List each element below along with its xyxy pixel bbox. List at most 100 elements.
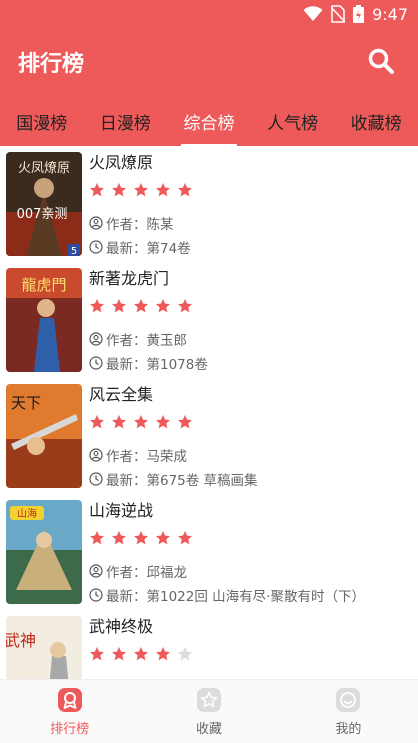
comic-latest: 最新： 第675卷 草稿画集	[89, 470, 410, 489]
wifi-icon	[303, 6, 323, 21]
comic-cover: 天下	[6, 384, 82, 488]
search-button[interactable]	[366, 46, 396, 76]
ranking-icon	[57, 688, 82, 712]
rating-star-icon	[134, 415, 148, 429]
latest-label: 最新：	[106, 241, 147, 257]
author-name: 黄玉郎	[146, 333, 188, 349]
comic-cover: 火凤燎原 007亲测 5	[6, 152, 82, 256]
rating-star-icon	[90, 299, 104, 313]
clock-icon	[89, 588, 103, 602]
comic-title: 武神终极	[89, 617, 154, 636]
rating-star-icon	[90, 415, 104, 429]
rating-star-icon	[156, 531, 170, 545]
rating-star-icon	[134, 183, 148, 197]
rating-stars	[89, 530, 410, 548]
latest-chapter: 第1022回 山海有尽·聚散有时（下）	[146, 589, 365, 605]
author-label: 作者：	[106, 565, 147, 581]
user-icon	[89, 332, 103, 346]
comic-author: 作者： 马荣成	[89, 446, 410, 465]
svg-text:007亲测: 007亲测	[17, 207, 68, 222]
comic-item[interactable]: 龍虎門 新著龙虎门 作者： 黄玉郎 最新： 第1078卷	[0, 262, 418, 378]
rating-star-icon	[90, 183, 104, 197]
star-icon	[196, 688, 221, 712]
nav-label: 排行榜	[50, 722, 90, 737]
rating-stars	[89, 414, 410, 432]
user-icon	[89, 448, 103, 462]
rating-star-icon	[156, 183, 170, 197]
author-name: 邱福龙	[146, 565, 188, 581]
user-icon	[89, 216, 103, 230]
rating-star-icon	[178, 299, 192, 313]
rating-star-icon	[178, 183, 192, 197]
latest-label: 最新：	[106, 589, 147, 605]
latest-chapter: 第675卷 草稿画集	[146, 473, 258, 489]
comic-author: 作者： 邱福龙	[89, 562, 410, 581]
comic-list: 火凤燎原 007亲测 5 火凤燎原 作者： 陈某 最新： 第74卷 龍虎門 新著…	[0, 146, 418, 679]
comic-item[interactable]: 山海 山海逆战 作者： 邱福龙 最新： 第1022回 山海有尽·聚散有时（下）	[0, 494, 418, 610]
tab-guoman[interactable]: 国漫榜	[0, 96, 84, 146]
tab-shoucang[interactable]: 收藏榜	[334, 96, 418, 146]
comic-title: 山海逆战	[89, 501, 154, 520]
comic-item[interactable]: 火凤燎原 007亲测 5 火凤燎原 作者： 陈某 最新： 第74卷	[0, 146, 418, 262]
comic-latest: 最新： 第1022回 山海有尽·聚散有时（下）	[89, 586, 410, 605]
clock-icon	[89, 356, 103, 370]
tab-renqi[interactable]: 人气榜	[251, 96, 335, 146]
comic-cover: 龍虎門	[6, 268, 82, 372]
rating-star-icon	[178, 647, 192, 661]
svg-text:5: 5	[71, 246, 77, 256]
battery-icon	[353, 5, 365, 23]
svg-text:山海: 山海	[17, 507, 37, 520]
clock-icon	[89, 472, 103, 486]
status-time: 9:47	[372, 4, 408, 24]
nav-favorites[interactable]: 收藏	[139, 680, 278, 743]
ranking-tabs: 国漫榜 日漫榜 综合榜 人气榜 收藏榜	[0, 96, 418, 146]
rating-star-icon	[112, 531, 126, 545]
latest-label: 最新：	[106, 473, 147, 489]
rating-star-icon	[134, 299, 148, 313]
no-sim-icon	[331, 5, 346, 23]
rating-star-icon	[112, 647, 126, 661]
rating-star-icon	[178, 531, 192, 545]
svg-text:天下: 天下	[11, 394, 41, 412]
search-icon	[368, 48, 394, 74]
page-title: 排行榜	[18, 52, 85, 77]
nav-profile[interactable]: 我的	[279, 680, 418, 743]
rating-star-icon	[112, 183, 126, 197]
tab-riman[interactable]: 日漫榜	[84, 96, 168, 146]
rating-stars	[89, 646, 410, 664]
comic-title: 风云全集	[89, 385, 154, 404]
tab-zonghe[interactable]: 综合榜	[167, 96, 251, 146]
comic-cover: 山海	[6, 500, 82, 604]
profile-icon	[336, 688, 361, 712]
nav-ranking[interactable]: 排行榜	[0, 680, 139, 743]
comic-latest: 最新： 第74卷	[89, 238, 410, 257]
svg-text:火凤燎原: 火凤燎原	[18, 160, 70, 176]
author-name: 陈某	[146, 217, 174, 233]
rating-stars	[89, 298, 410, 316]
rating-star-icon	[156, 647, 170, 661]
bottom-navigation: 排行榜 收藏 我的	[0, 679, 418, 743]
comic-item[interactable]: 武神 武神终极 作者：	[0, 610, 418, 679]
app-header: 9:47 排行榜 国漫榜 日漫榜 综合榜 人气榜 收藏榜	[0, 0, 418, 146]
comic-author: 作者： 陈某	[89, 214, 410, 233]
rating-star-icon	[156, 299, 170, 313]
comic-latest: 最新： 第1078卷	[89, 354, 410, 373]
status-bar: 9:47	[0, 0, 418, 28]
svg-text:武神: 武神	[6, 631, 36, 650]
clock-icon	[89, 240, 103, 254]
latest-chapter: 第74卷	[146, 241, 191, 257]
comic-title: 新著龙虎门	[89, 269, 170, 288]
user-icon	[89, 564, 103, 578]
rating-star-icon	[134, 647, 148, 661]
nav-label: 收藏	[195, 722, 222, 737]
author-label: 作者：	[106, 449, 147, 465]
rating-star-icon	[156, 415, 170, 429]
author-label: 作者：	[106, 217, 147, 233]
rating-star-icon	[112, 415, 126, 429]
rating-star-icon	[90, 531, 104, 545]
latest-label: 最新：	[106, 357, 147, 373]
nav-label: 我的	[335, 722, 362, 737]
author-name: 马荣成	[146, 449, 188, 465]
rating-stars	[89, 182, 410, 200]
comic-item[interactable]: 天下 风云全集 作者： 马荣成 最新： 第675卷 草稿画集	[0, 378, 418, 494]
